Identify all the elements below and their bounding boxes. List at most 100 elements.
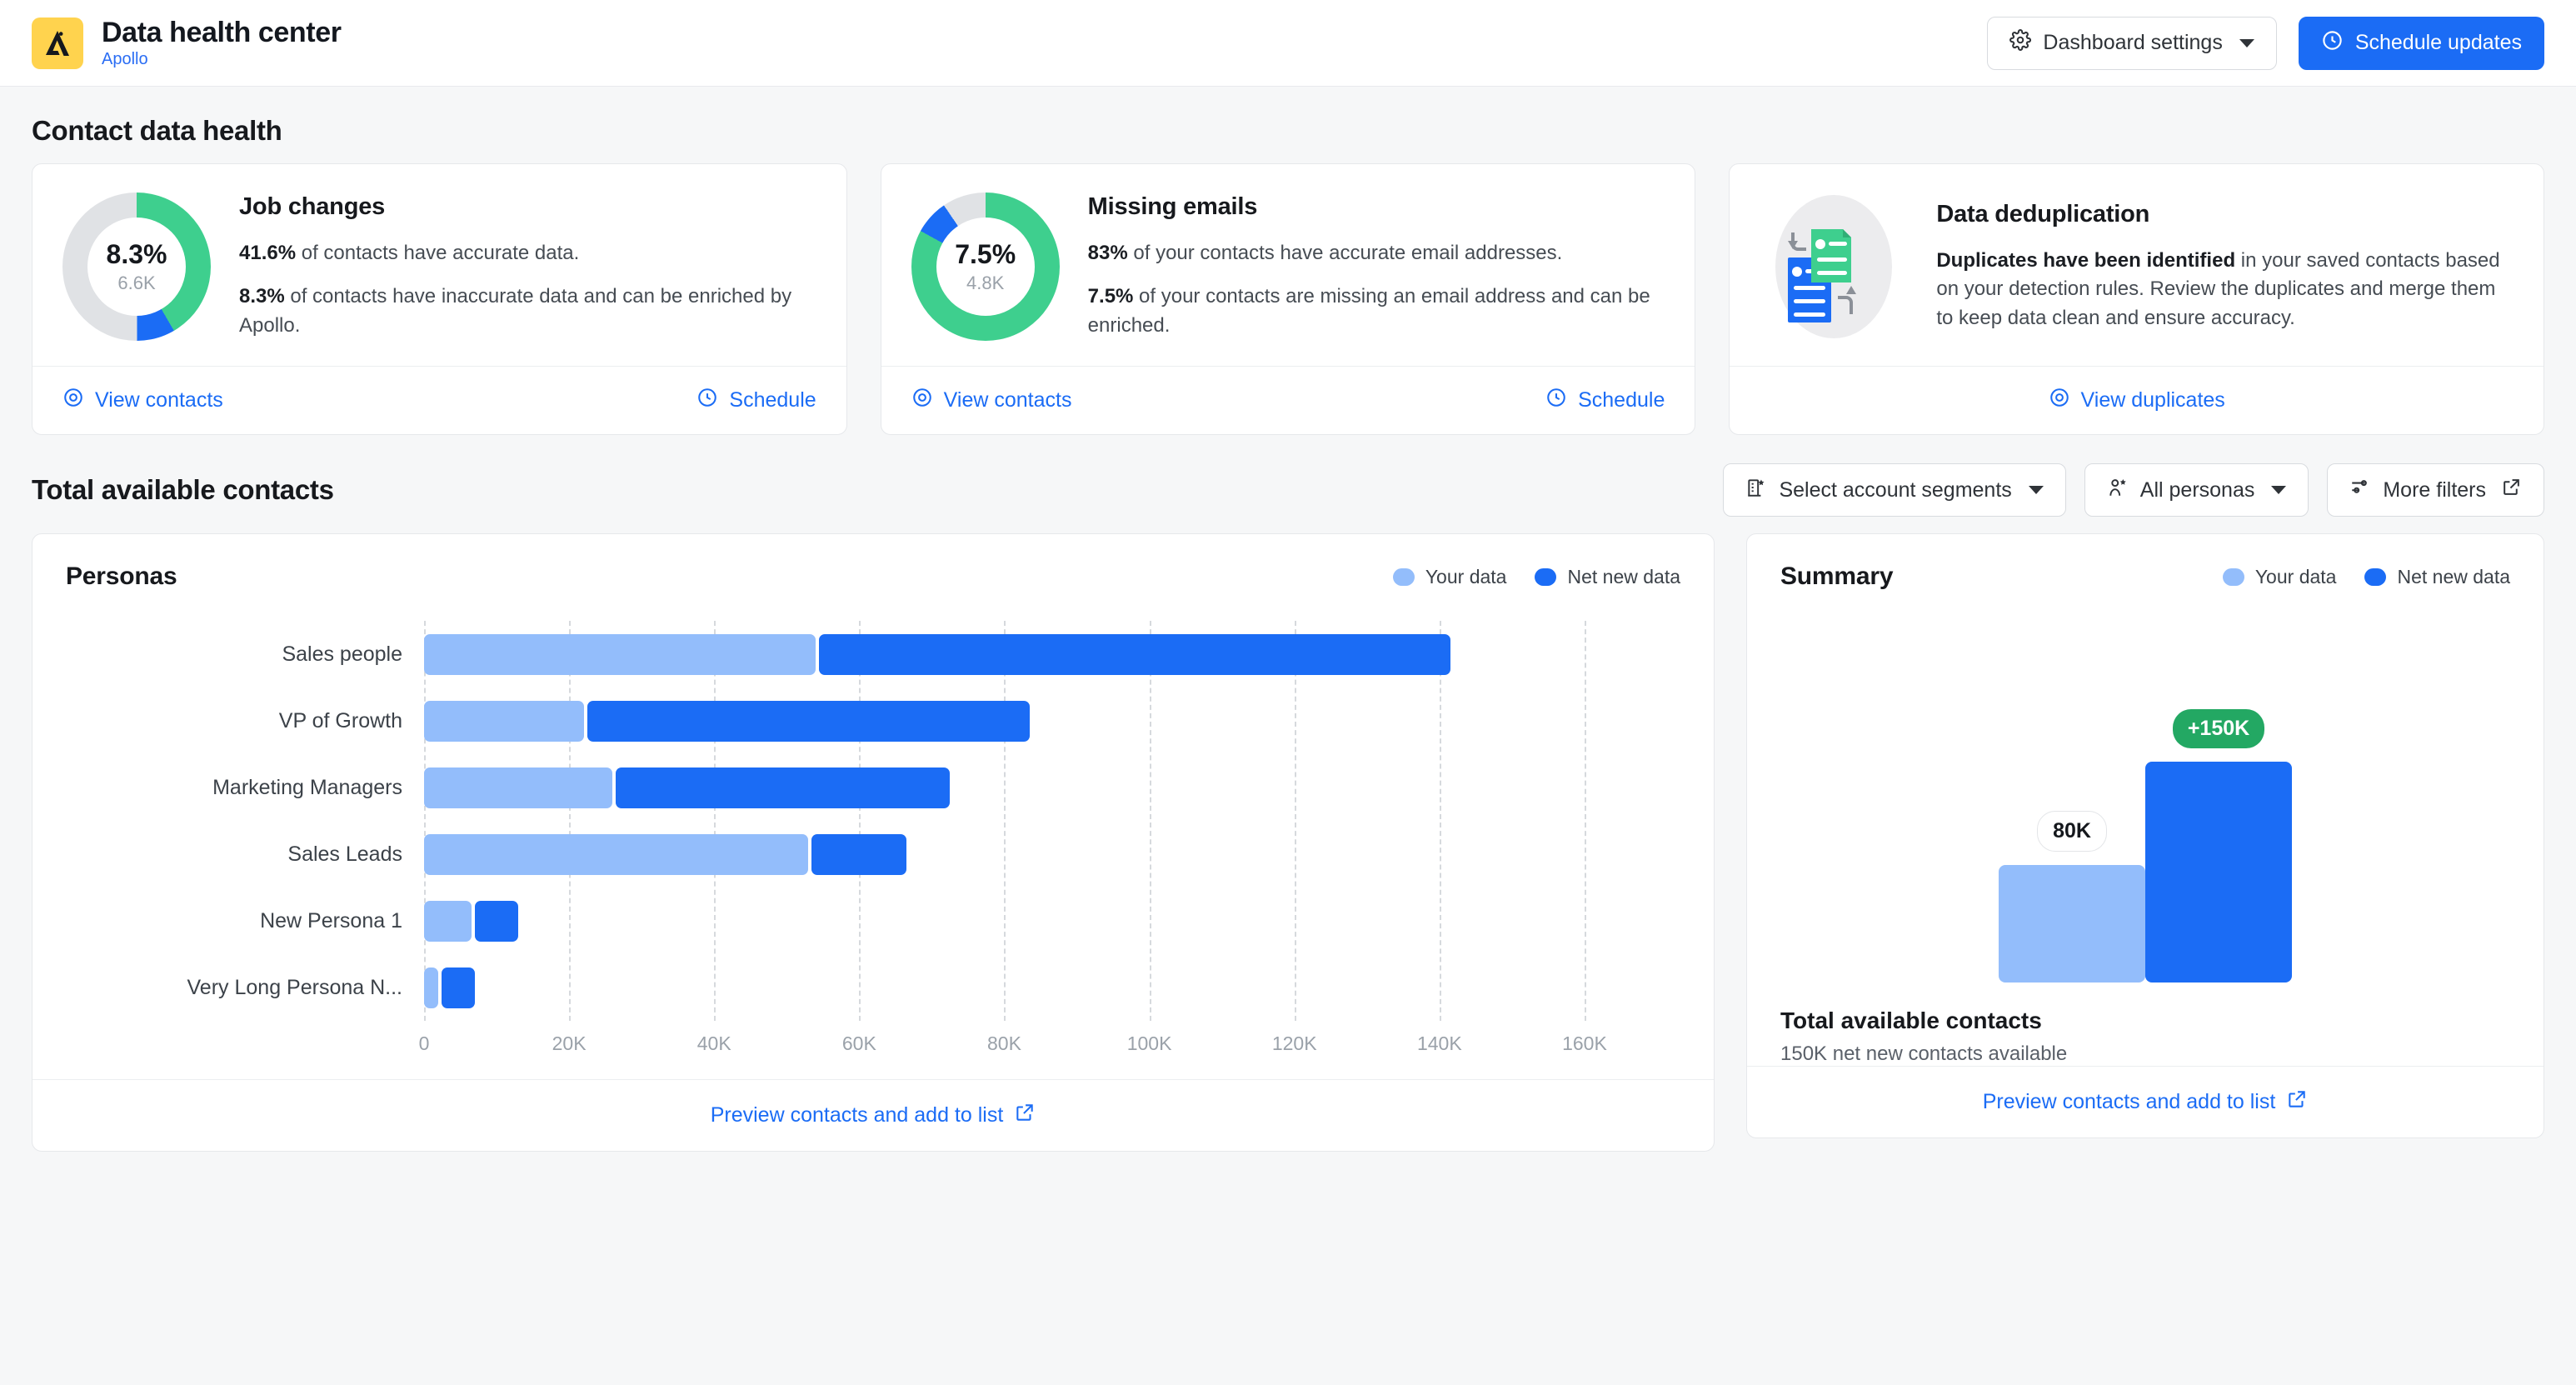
legend-swatch: [1392, 568, 1415, 586]
clock-icon: [696, 387, 718, 414]
external-link-icon: [1014, 1102, 1036, 1129]
view-contacts-link[interactable]: View contacts: [911, 387, 1072, 414]
persona-bar-track: [424, 821, 1680, 888]
filter-bar: Select account segments All personas Mor…: [1723, 463, 2544, 517]
stat-text: of your contacts have accurate email add…: [1127, 242, 1563, 265]
summary-chart-head: Summary Your data Net new data: [1747, 534, 2544, 591]
card-footer: View duplicates: [1730, 366, 2544, 434]
available-section-head: Total available contacts Select account …: [0, 435, 2576, 533]
view-contacts-link[interactable]: View contacts: [62, 387, 223, 414]
schedule-link[interactable]: Schedule: [1545, 387, 1665, 414]
stat-text: of contacts have accurate data.: [296, 242, 580, 265]
card-missing-emails: 7.5% 4.8K Missing emails 83% of your con…: [880, 163, 1696, 435]
persona-bar-track: [424, 888, 1680, 954]
personas-chart-head: Personas Your data Net new data: [32, 534, 1714, 591]
bar-segment-net-new-data: [616, 767, 950, 808]
legend-item-net-new-data: Net new data: [2364, 566, 2510, 588]
donut-center: 8.3% 6.6K: [87, 218, 186, 316]
stat-value: 8.3%: [239, 285, 285, 308]
summary-bar-value-badge: 80K: [2037, 811, 2107, 852]
legend-label: Net new data: [2397, 565, 2510, 588]
x-axis-tick-label: 80K: [987, 1032, 1021, 1054]
summary-total-title: Total available contacts: [1780, 1008, 2042, 1033]
persona-bar-row: Marketing Managers: [66, 754, 1680, 821]
summary-bar-column: 80K: [1999, 811, 2145, 982]
schedule-updates-label: Schedule updates: [2354, 31, 2522, 54]
more-filters-label: More filters: [2383, 478, 2486, 502]
view-contacts-label: View contacts: [943, 388, 1072, 412]
legend-label: Your data: [2254, 565, 2337, 588]
card-title: Job changes: [239, 193, 386, 221]
x-axis-tick-label: 60K: [841, 1032, 876, 1054]
building-star-icon: [1745, 477, 1767, 504]
legend-swatch: [2364, 568, 2387, 586]
persona-label: Sales people: [282, 642, 402, 666]
contact-health-title: Contact data health: [32, 115, 282, 146]
external-link-icon: [2501, 477, 2522, 503]
select-account-segments-button[interactable]: Select account segments: [1723, 463, 2066, 517]
persona-bar-row: New Persona 1: [66, 888, 1680, 954]
card-title: Missing emails: [1087, 193, 1258, 221]
legend-item-your-data: Your data: [1392, 566, 1506, 588]
card-text: Job changes 41.6% of contacts have accur…: [239, 193, 816, 339]
bar-segment-net-new-data: [474, 900, 518, 942]
summary-chart-footer: Preview contacts and add to list: [1747, 1066, 2544, 1138]
stat-text: of contacts have inaccurate data and can…: [239, 285, 792, 337]
card-text: Data deduplication Duplicates have been …: [1936, 201, 2514, 332]
all-personas-label: All personas: [2139, 478, 2255, 502]
persona-label: Sales Leads: [287, 842, 402, 866]
clock-icon: [2321, 29, 2344, 58]
preview-contacts-label: Preview contacts and add to list: [710, 1103, 1004, 1127]
x-axis-tick-label: 140K: [1416, 1032, 1462, 1054]
preview-contacts-link[interactable]: Preview contacts and add to list: [711, 1102, 1036, 1129]
persona-bar-row: Sales Leads: [66, 821, 1680, 888]
card-body: Data deduplication Duplicates have been …: [1730, 164, 2544, 366]
schedule-label: Schedule: [729, 388, 816, 412]
legend-swatch: [2222, 568, 2244, 586]
card-title: Data deduplication: [1936, 201, 2150, 228]
eye-icon: [62, 387, 84, 414]
chevron-down-icon: [2271, 486, 2287, 494]
card-text: Missing emails 83% of your contacts have…: [1088, 193, 1665, 339]
bar-segment-net-new-data: [587, 700, 1030, 742]
eye-icon: [911, 387, 933, 414]
charts-row: Personas Your data Net new data Sales pe…: [0, 533, 2576, 1152]
legend-item-net-new-data: Net new data: [1535, 566, 1680, 588]
summary-bar-chart: 80K +150K: [1747, 591, 2544, 982]
persona-bar-row: VP of Growth: [66, 688, 1680, 754]
more-filters-button[interactable]: More filters: [2327, 463, 2544, 517]
preview-contacts-label: Preview contacts and add to list: [1982, 1090, 2276, 1113]
personas-legend: Your data Net new data: [1392, 566, 1680, 588]
legend-item-your-data: Your data: [2222, 565, 2337, 588]
stat-text: of your contacts are missing an email ad…: [1087, 285, 1650, 337]
available-title: Total available contacts: [32, 474, 334, 505]
summary-legend: Your data Net new data: [2222, 565, 2510, 588]
personas-chart-card: Personas Your data Net new data Sales pe…: [32, 533, 1715, 1152]
personas-bar-chart: Sales people VP of Growth Marketing Manage…: [32, 591, 1714, 1079]
bar-segment-your-data: [424, 967, 439, 1008]
donut-count: 6.6K: [117, 272, 156, 293]
schedule-updates-button[interactable]: Schedule updates: [2298, 16, 2544, 70]
stat-value: 41.6%: [239, 242, 297, 265]
legend-label: Net new data: [1567, 565, 1680, 588]
persona-label: Very Long Persona N...: [187, 975, 402, 999]
dashboard-settings-button[interactable]: Dashboard settings: [1987, 16, 2277, 70]
persona-bar-track: [424, 954, 1680, 1021]
card-footer: View contacts Schedule: [32, 366, 846, 434]
summary-bar-net-new-data: [2145, 762, 2292, 982]
view-duplicates-link[interactable]: View duplicates: [2049, 387, 2225, 414]
x-axis-tick-label: 40K: [696, 1032, 731, 1054]
card-stat-line-2: 7.5% of your contacts are missing an ema…: [1088, 282, 1665, 339]
persona-bar-row: Very Long Persona N...: [66, 954, 1680, 1021]
summary-bar-column: +150K: [2145, 709, 2292, 982]
missing-emails-donut-chart: 7.5% 4.8K: [911, 192, 1060, 341]
stat-value: Duplicates have been identified: [1936, 249, 2236, 272]
all-personas-button[interactable]: All personas: [2084, 463, 2309, 517]
donut-center: 7.5% 4.8K: [936, 218, 1035, 316]
preview-contacts-link[interactable]: Preview contacts and add to list: [1983, 1088, 2309, 1116]
eye-icon: [2049, 387, 2070, 414]
schedule-link[interactable]: Schedule: [696, 387, 816, 414]
personas-x-axis: 0 20K 40K 60K 80K 100K 120K 140K 160K: [419, 1021, 1680, 1071]
card-body: 7.5% 4.8K Missing emails 83% of your con…: [881, 164, 1695, 366]
workspace-name[interactable]: Apollo: [102, 50, 342, 68]
